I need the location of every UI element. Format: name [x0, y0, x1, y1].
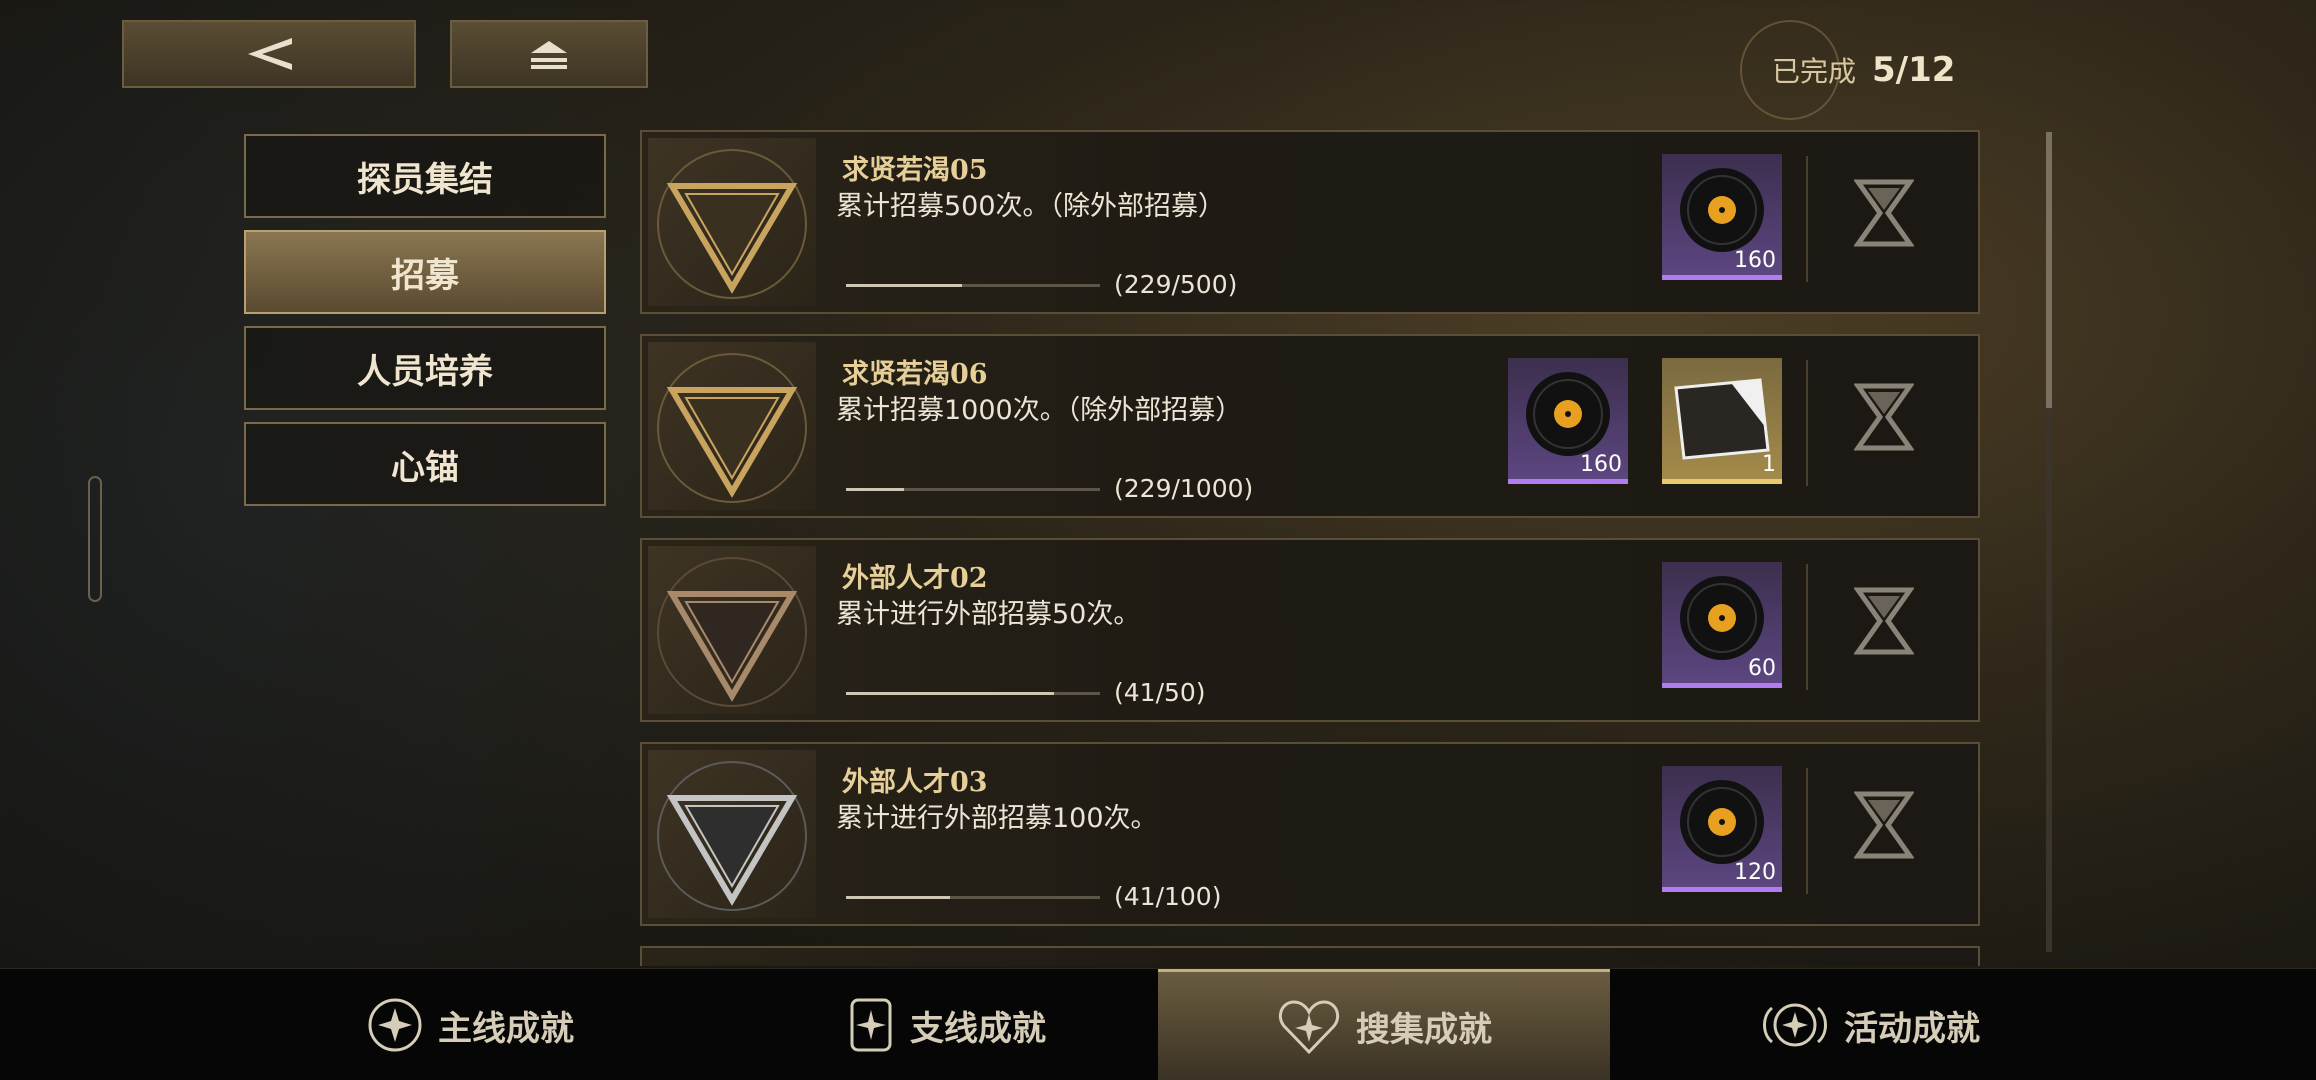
rank-emblem-i-icon [648, 546, 816, 714]
hourglass-icon [1854, 587, 1914, 655]
bottom-tab-bar: 主线成就 支线成就 搜集成就 活动成就 [0, 968, 2316, 1080]
achievement-list[interactable]: 求贤若渴05 累计招募500次。（除外部招募） (229/500) 160 求贤… [640, 130, 1980, 966]
category-heart-anchor[interactable]: 心锚 [244, 422, 606, 506]
achievement-card: 外部人才02 累计进行外部招募50次。 (41/50) 60 [640, 538, 1980, 722]
category-recruit[interactable]: 招募 [244, 230, 606, 314]
divider [1806, 768, 1808, 894]
reward-item[interactable]: 120 [1662, 766, 1782, 892]
list-scrollbar[interactable] [2046, 132, 2052, 952]
tab-label: 支线成就 [910, 1008, 1046, 1049]
achievement-description: 累计进行外部招募100次。 [836, 803, 1158, 834]
back-button[interactable] [122, 20, 416, 88]
progress-text: (229/500) [1114, 270, 1238, 299]
achievement-description: 累计招募500次。（除外部招募） [836, 191, 1226, 222]
progress-fill [846, 692, 1055, 695]
achievement-card: 求贤若渴05 累计招募500次。（除外部招募） (229/500) 160 [640, 130, 1980, 314]
reward-item[interactable]: 160 [1662, 154, 1782, 280]
achievement-title: 外部人才03 [842, 767, 988, 798]
reward-item[interactable]: 60 [1662, 562, 1782, 688]
category-nav: 探员集结 招募 人员培养 心锚 [244, 134, 606, 518]
tab-label: 主线成就 [438, 1008, 574, 1049]
tab-side-achievements[interactable]: 支线成就 [786, 969, 1106, 1080]
divider [1806, 564, 1808, 690]
hourglass-icon [1854, 791, 1914, 859]
achievement-title: 求贤若渴05 [842, 155, 988, 186]
progress-fill [846, 284, 963, 287]
progress-text: (41/50) [1114, 678, 1206, 707]
star-wings-icon [1763, 1003, 1827, 1047]
achievement-description: 累计招募1000次。（除外部招募） [836, 395, 1243, 426]
reward-qty: 160 [1580, 452, 1622, 477]
reward-qty: 1 [1762, 452, 1776, 477]
divider [1806, 156, 1808, 282]
progress-bar [846, 488, 1100, 491]
achievement-card: 求贤若渴06 累计招募1000次。（除外部招募） (229/1000) 160 … [640, 334, 1980, 518]
progress-fill [846, 896, 951, 899]
category-training[interactable]: 人员培养 [244, 326, 606, 410]
progress-bar [846, 896, 1100, 899]
progress-text: (229/1000) [1114, 474, 1254, 503]
reward-item[interactable]: 1 [1662, 358, 1782, 484]
divider [1806, 360, 1808, 486]
achievement-card-partial [640, 946, 1980, 966]
completion-counter: 已完成 5/12 [1740, 20, 1955, 120]
tab-label: 活动成就 [1844, 1008, 1980, 1049]
category-assembly[interactable]: 探员集结 [244, 134, 606, 218]
achievement-card: 外部人才03 累计进行外部招募100次。 (41/100) 120 [640, 742, 1980, 926]
home-eject-icon [531, 41, 567, 69]
completed-label: 已完成 [1772, 55, 1857, 88]
rank-emblem-ii-icon [648, 750, 816, 918]
reward-qty: 60 [1748, 656, 1776, 681]
home-button[interactable] [450, 20, 648, 88]
star-heart-icon [1278, 999, 1340, 1054]
achievement-title: 外部人才02 [842, 563, 988, 594]
tab-event-achievements[interactable]: 活动成就 [1710, 969, 2030, 1080]
completed-count: 5/12 [1872, 50, 1956, 90]
scrollbar-thumb[interactable] [2046, 132, 2052, 408]
hourglass-icon [1854, 383, 1914, 451]
achievement-description: 累计进行外部招募50次。 [836, 599, 1141, 630]
progress-bar [846, 692, 1100, 695]
progress-fill [846, 488, 905, 491]
achievement-title: 求贤若渴06 [842, 359, 988, 390]
star-card-icon [850, 998, 892, 1052]
star-badge-icon [368, 998, 422, 1052]
left-scroll-indicator [88, 476, 102, 602]
back-arrow-icon [248, 38, 292, 70]
reward-item[interactable]: 160 [1508, 358, 1628, 484]
rank-emblem-iii-icon [648, 138, 816, 306]
tab-collection-achievements[interactable]: 搜集成就 [1158, 969, 1610, 1080]
tab-main-achievements[interactable]: 主线成就 [310, 969, 630, 1080]
rank-emblem-iii-icon [648, 342, 816, 510]
reward-qty: 160 [1734, 248, 1776, 273]
hourglass-icon [1854, 179, 1914, 247]
tab-label: 搜集成就 [1356, 1010, 1492, 1050]
progress-text: (41/100) [1114, 882, 1222, 911]
reward-qty: 120 [1734, 860, 1776, 885]
progress-bar [846, 284, 1100, 287]
